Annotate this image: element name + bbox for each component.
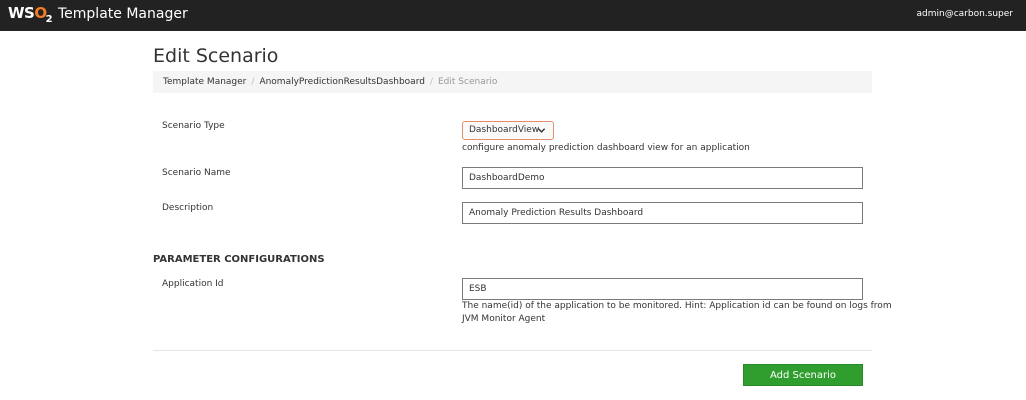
top-navbar: WSO2 Template Manager admin@carbon.super (0, 0, 1026, 31)
breadcrumb-template-group[interactable]: AnomalyPredictionResultsDashboard (259, 77, 425, 87)
scenario-name-label: Scenario Name (162, 168, 231, 178)
breadcrumb-separator: / (251, 77, 255, 87)
app-title[interactable]: Template Manager (58, 6, 188, 22)
breadcrumb-current: Edit Scenario (438, 77, 498, 87)
description-input[interactable] (462, 202, 863, 224)
add-scenario-button[interactable]: Add Scenario (743, 364, 863, 386)
breadcrumb-template-manager[interactable]: Template Manager (163, 77, 246, 87)
scenario-type-label: Scenario Type (162, 121, 225, 131)
form-divider (153, 350, 872, 351)
scenario-name-input[interactable] (462, 167, 863, 189)
application-id-label: Application Id (162, 279, 224, 289)
logo-sub-text: 2 (45, 14, 53, 25)
chevron-down-icon (537, 128, 546, 133)
application-id-hint-line2: JVM Monitor Agent (462, 314, 546, 324)
scenario-type-select[interactable]: DashboardView (462, 121, 554, 140)
breadcrumb-separator: / (429, 77, 433, 87)
application-id-input[interactable] (462, 278, 863, 300)
description-label: Description (162, 203, 214, 213)
scenario-type-description: configure anomaly prediction dashboard v… (462, 143, 750, 153)
parameter-configurations-heading: PARAMETER CONFIGURATIONS (153, 254, 325, 265)
wso2-logo[interactable]: WSO2 (8, 4, 53, 25)
page-title: Edit Scenario (153, 45, 279, 67)
logo-ws-text: WS (8, 4, 35, 22)
user-menu[interactable]: admin@carbon.super (917, 9, 1014, 19)
scenario-type-selected-value: DashboardView (469, 125, 540, 135)
application-id-hint-line1: The name(id) of the application to be mo… (462, 301, 892, 311)
breadcrumb: Template Manager / AnomalyPredictionResult… (153, 71, 872, 93)
logo-o-text: O (34, 4, 47, 22)
